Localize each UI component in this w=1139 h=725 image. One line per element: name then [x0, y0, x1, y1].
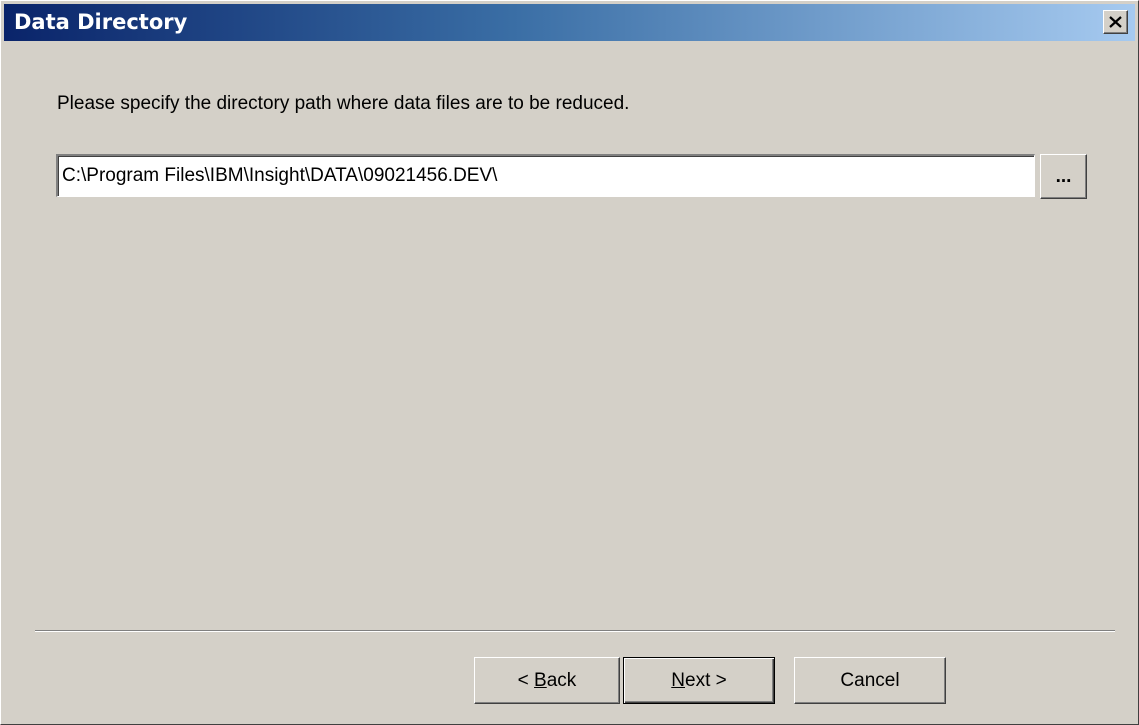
back-label-prefix: < [517, 669, 535, 691]
next-label-rest: ext > [685, 669, 727, 691]
instruction-text: Please specify the directory path where … [57, 93, 630, 114]
back-label-rest: ack [546, 669, 577, 691]
close-icon [1109, 16, 1122, 28]
browse-button[interactable]: ... [1040, 154, 1087, 199]
title-bar[interactable]: Data Directory [4, 4, 1135, 41]
back-button[interactable]: < Back [474, 657, 620, 704]
separator-line [35, 630, 1115, 632]
directory-path-input[interactable] [56, 154, 1035, 197]
back-label-accel: B [534, 669, 547, 691]
close-button[interactable] [1103, 10, 1128, 34]
next-label-accel: N [671, 669, 685, 691]
dialog-window: Data Directory Please specify the direct… [0, 0, 1139, 725]
cancel-button[interactable]: Cancel [794, 657, 946, 704]
window-title: Data Directory [14, 10, 188, 34]
next-button[interactable]: Next > [623, 657, 775, 704]
